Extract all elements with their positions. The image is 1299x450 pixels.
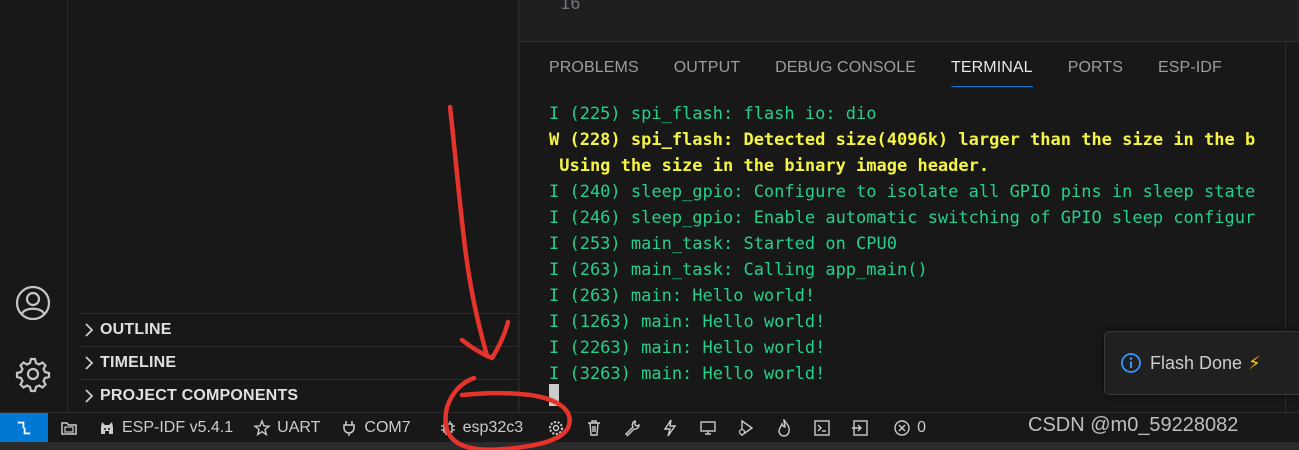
terminal-line: I (263) main_task: Calling app_main() (549, 260, 928, 280)
flash-method-label: UART (277, 418, 321, 436)
gear-icon (549, 420, 564, 435)
notification-toast[interactable]: Flash Done ⚡ (1104, 331, 1299, 395)
wrench-icon (625, 419, 640, 436)
monitor-icon (700, 420, 716, 435)
section-title: TIMELINE (100, 354, 177, 371)
tab-problems[interactable]: PROBLEMS (549, 57, 639, 87)
taskbar-edge (0, 442, 1299, 450)
timeline-section-header[interactable]: TIMELINE (80, 346, 519, 379)
lightning-icon (663, 419, 677, 436)
panel-tabs: PROBLEMS OUTPUT DEBUG CONSOLE TERMINAL P… (549, 57, 1257, 87)
port-button[interactable]: COM7 (330, 413, 420, 443)
settings-gear-icon[interactable] (14, 355, 52, 393)
tab-terminal[interactable]: TERMINAL (950, 57, 1033, 87)
terminal-line: I (263) main: Hello world! (549, 286, 816, 306)
port-label: COM7 (364, 418, 411, 436)
error-circle-icon (894, 419, 910, 436)
terminal-line: W (228) spi_flash: Detected size(4096k) … (549, 130, 1256, 150)
sdk-config-button[interactable] (533, 413, 575, 443)
remote-indicator-button[interactable] (0, 412, 48, 443)
watermark-text: CSDN @m0_59228082 (1028, 414, 1239, 436)
terminal-line: I (225) spi_flash: flash io: dio (549, 104, 877, 124)
debug-play-icon (739, 419, 754, 436)
flash-method-button[interactable]: UART (243, 413, 330, 443)
tab-ports[interactable]: PORTS (1068, 57, 1123, 87)
workspace-folder-button[interactable] (48, 413, 88, 443)
sign-in-icon (852, 419, 868, 436)
tab-output[interactable]: OUTPUT (674, 57, 740, 87)
notification-message: Flash Done (1150, 352, 1243, 373)
flame-icon (778, 418, 791, 437)
folder-icon (61, 421, 77, 435)
terminal-line: Using the size in the binary image heade… (549, 156, 990, 176)
plug-icon (343, 420, 356, 436)
info-icon (1121, 353, 1141, 373)
section-title: PROJECT COMPONENTS (100, 387, 299, 404)
editor-area: 16 (520, 0, 1299, 42)
terminal-cursor (549, 384, 559, 406)
terminal-button[interactable] (803, 413, 841, 443)
idf-version-label: ESP-IDF v5.4.1 (122, 418, 234, 436)
chevron-right-icon (85, 356, 94, 370)
terminal-line: I (246) sleep_gpio: Enable automatic swi… (549, 208, 1256, 228)
project-components-section-header[interactable]: PROJECT COMPONENTS (80, 379, 519, 412)
chevron-right-icon (85, 389, 94, 403)
star-icon (253, 418, 272, 436)
problems-count-label: 0 (917, 418, 927, 436)
problems-count-button[interactable]: 0 (879, 413, 936, 443)
chevron-right-icon (85, 323, 94, 337)
accounts-icon[interactable] (14, 284, 52, 322)
tab-esp-idf[interactable]: ESP-IDF (1158, 57, 1222, 87)
trash-icon (588, 419, 601, 436)
terminal-line: I (240) sleep_gpio: Configure to isolate… (549, 182, 1256, 202)
full-clean-button[interactable] (575, 413, 613, 443)
build-button[interactable] (613, 413, 651, 443)
lightning-emoji: ⚡ (1248, 352, 1261, 374)
terminal-line: I (253) main_task: Started on CPU0 (549, 234, 897, 254)
flash-button[interactable] (651, 413, 689, 443)
execute-task-button[interactable] (841, 413, 879, 443)
monitor-button[interactable] (689, 413, 727, 443)
terminal-icon (814, 419, 830, 436)
chip-icon (440, 420, 455, 435)
target-device-label: esp32c3 (462, 418, 524, 436)
section-title: OUTLINE (100, 321, 172, 338)
debug-button[interactable] (727, 413, 765, 443)
remote-icon (17, 421, 31, 434)
github-icon (101, 421, 113, 434)
target-device-button[interactable]: esp32c3 (421, 413, 534, 443)
build-flash-monitor-button[interactable] (765, 413, 803, 443)
idf-version-button[interactable]: ESP-IDF v5.4.1 (88, 413, 243, 443)
activity-bar (0, 0, 68, 412)
tab-debug-console[interactable]: DEBUG CONSOLE (775, 57, 916, 87)
line-number: 16 (560, 0, 581, 14)
outline-section-header[interactable]: OUTLINE (80, 313, 519, 346)
sidebar: OUTLINE TIMELINE PROJECT COMPONENTS (68, 0, 519, 412)
